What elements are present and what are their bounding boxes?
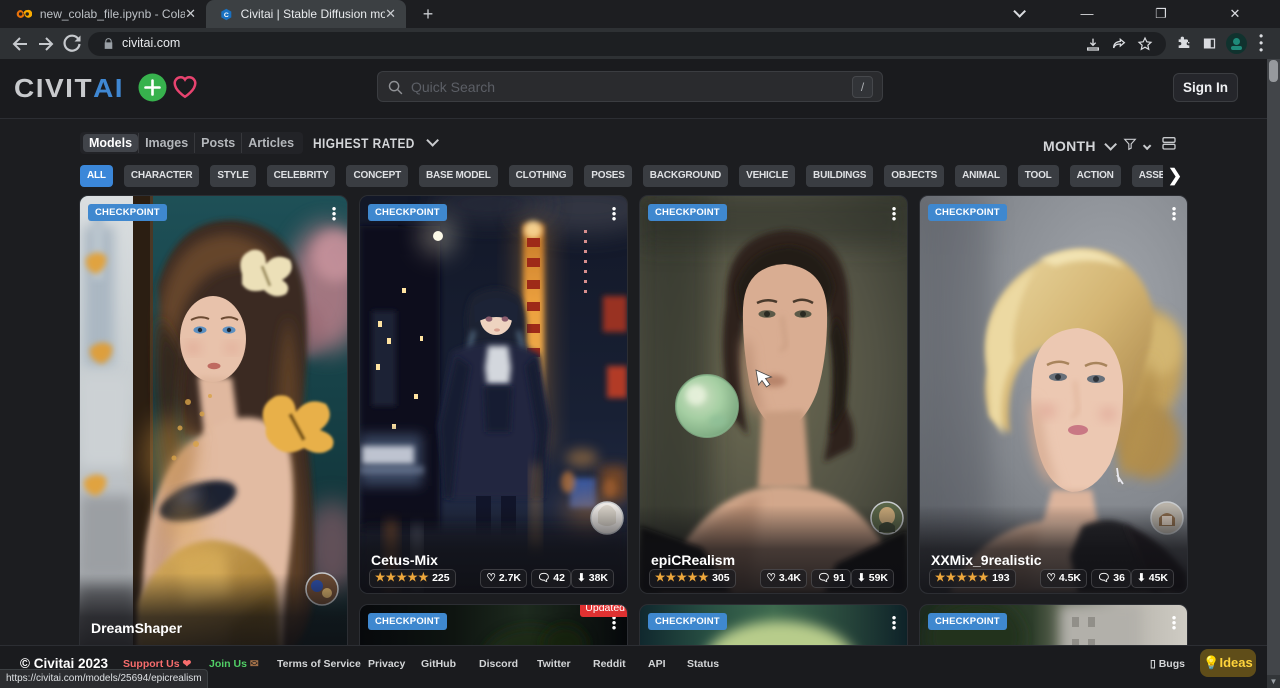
svg-text:C: C bbox=[224, 12, 229, 19]
